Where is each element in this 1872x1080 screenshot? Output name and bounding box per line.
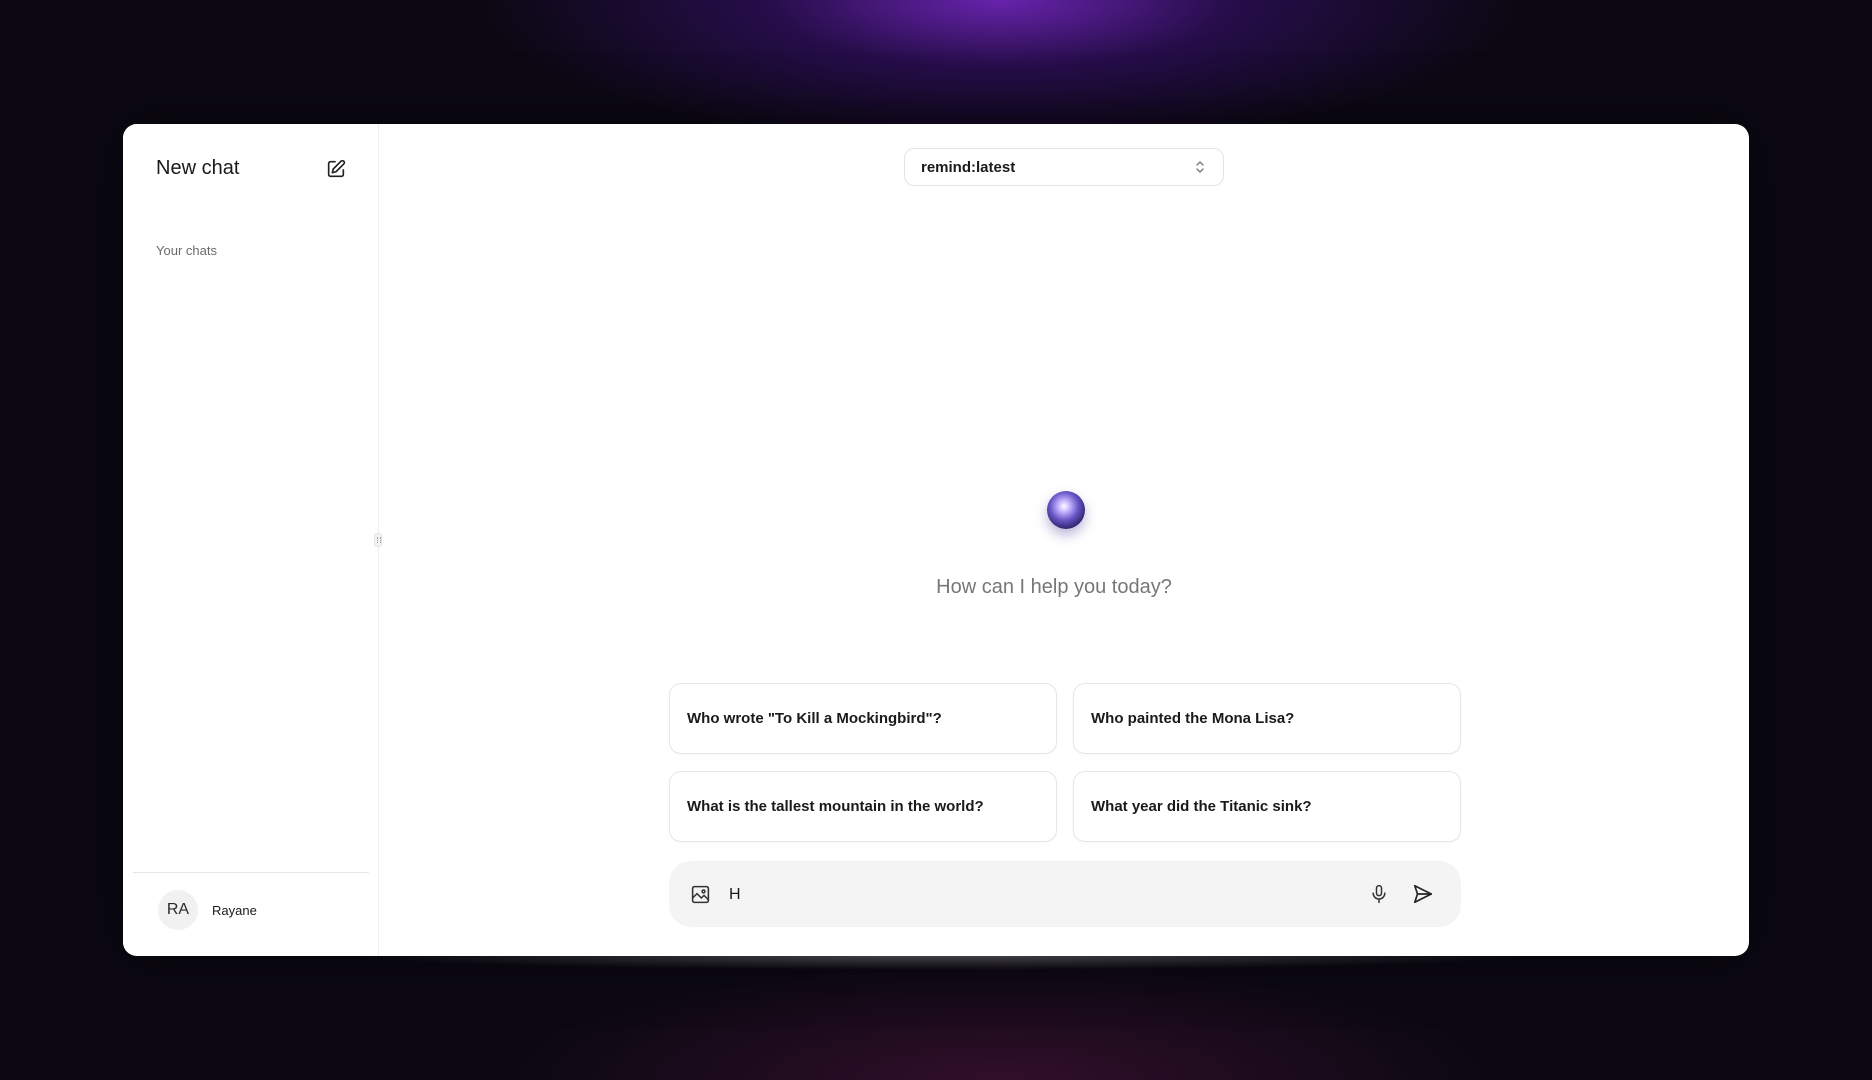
sidebar-title: New chat — [156, 157, 240, 179]
model-selector-value: remind:latest — [921, 158, 1016, 176]
suggestion-card[interactable]: Who wrote "To Kill a Mockingbird"? — [669, 683, 1057, 754]
avatar: RA — [158, 890, 198, 930]
new-chat-icon[interactable] — [325, 158, 347, 180]
suggestion-card[interactable]: What year did the Titanic sink? — [1073, 771, 1461, 842]
suggestion-card[interactable]: Who painted the Mona Lisa? — [1073, 683, 1461, 754]
message-composer — [669, 861, 1461, 927]
greeting-text: How can I help you today? — [936, 576, 1172, 598]
user-profile[interactable]: RA Rayane — [158, 890, 257, 930]
send-icon[interactable] — [1412, 883, 1434, 905]
your-chats-label: Your chats — [156, 243, 217, 258]
sidebar: New chat Your chats RA Rayane — [123, 124, 379, 956]
image-upload-icon[interactable] — [690, 884, 711, 905]
message-input[interactable] — [727, 879, 1351, 911]
app-window: New chat Your chats RA Rayane remind:lat… — [123, 124, 1749, 956]
chevron-up-down-icon — [1195, 160, 1205, 174]
suggestion-card[interactable]: What is the tallest mountain in the worl… — [669, 771, 1057, 842]
user-name: Rayane — [212, 902, 257, 918]
model-selector[interactable]: remind:latest — [904, 148, 1224, 186]
sidebar-divider — [133, 872, 369, 873]
suggestion-grid: Who wrote "To Kill a Mockingbird"? Who p… — [669, 683, 1461, 842]
microphone-icon[interactable] — [1369, 883, 1389, 905]
greeting: How can I help you today? — [123, 576, 1749, 599]
sidebar-resize-handle[interactable] — [374, 533, 382, 547]
assistant-orb-icon — [1047, 491, 1085, 529]
